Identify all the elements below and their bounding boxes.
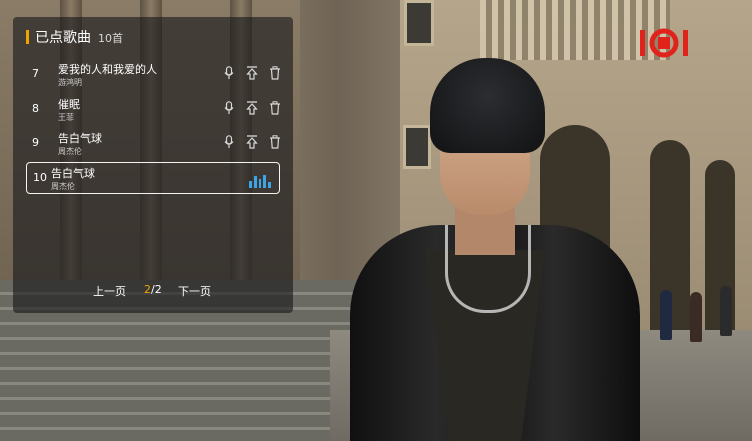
song-title: 爱我的人和我爱的人 (58, 63, 157, 76)
song-artist: 周杰伦 (58, 147, 82, 156)
song-artist: 周杰伦 (51, 182, 75, 191)
brand-logo (636, 24, 700, 72)
total-pages: /2 (151, 283, 162, 296)
logo-icon (640, 28, 688, 58)
delete-icon[interactable] (268, 135, 282, 149)
pagination: 上一页 2/2 下一页 (13, 283, 293, 299)
now-playing-equalizer-icon (249, 174, 271, 188)
microphone-icon[interactable] (222, 66, 236, 80)
song-title: 催眠 (58, 98, 80, 111)
delete-icon[interactable] (268, 101, 282, 115)
song-artist: 游鸿明 (58, 78, 82, 87)
next-page-button[interactable]: 下一页 (178, 283, 211, 299)
delete-icon[interactable] (268, 66, 282, 80)
queued-songs-panel: 已点歌曲 10首 7 爱我的人和我爱的人 游鸿明 8 催眠 王菲 9 告白气球 … (13, 17, 293, 313)
microphone-icon[interactable] (222, 101, 236, 115)
song-number: 8 (32, 102, 39, 115)
song-row[interactable]: 7 爱我的人和我爱的人 游鸿明 (26, 59, 280, 91)
song-artist: 王菲 (58, 113, 74, 122)
song-row-selected[interactable]: 10 告白气球 周杰伦 (26, 162, 280, 194)
microphone-icon[interactable] (222, 135, 236, 149)
accent-bar (26, 30, 29, 44)
song-number: 10 (33, 171, 47, 184)
current-page: 2 (144, 283, 151, 296)
move-to-top-icon[interactable] (245, 101, 259, 115)
singer-beanie (430, 58, 545, 153)
prev-page-button[interactable]: 上一页 (93, 283, 126, 299)
move-to-top-icon[interactable] (245, 135, 259, 149)
panel-header: 已点歌曲 10首 (26, 27, 123, 47)
song-number: 7 (32, 67, 39, 80)
page-indicator: 2/2 (144, 283, 162, 296)
move-to-top-icon[interactable] (245, 66, 259, 80)
song-count: 10首 (98, 32, 123, 45)
song-row[interactable]: 9 告白气球 周杰伦 (26, 128, 280, 160)
song-title: 告白气球 (58, 132, 102, 145)
song-title: 告白气球 (51, 167, 95, 180)
song-number: 9 (32, 136, 39, 149)
song-row[interactable]: 8 催眠 王菲 (26, 94, 280, 126)
panel-title: 已点歌曲 (35, 30, 91, 46)
